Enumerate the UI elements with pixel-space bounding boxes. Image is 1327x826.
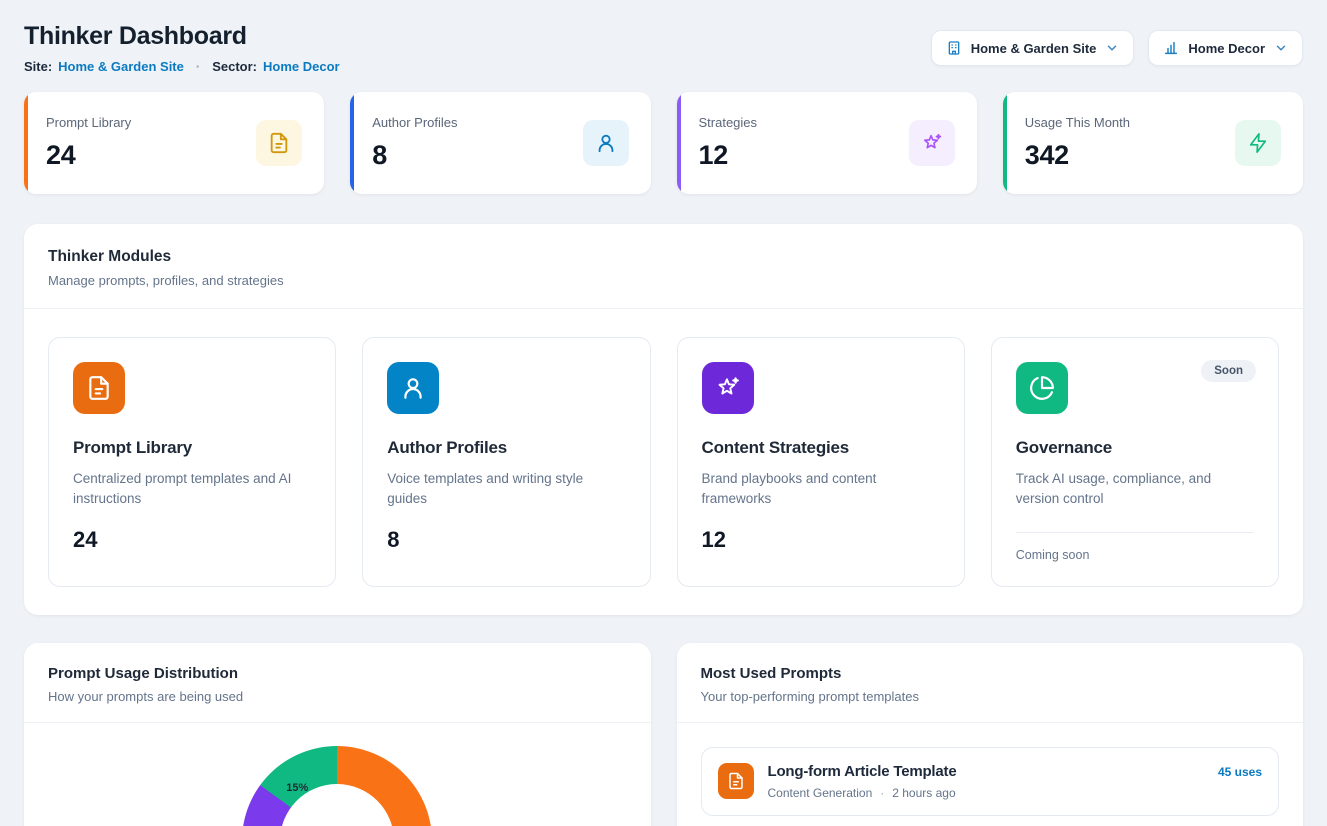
donut-segment-label: 15% [286,782,308,794]
sector-link[interactable]: Home Decor [263,59,340,74]
file-text-icon [718,763,754,799]
module-card-governance[interactable]: Soon Governance Track AI usage, complian… [991,337,1279,587]
most-used-header: Most Used Prompts Your top-performing pr… [677,643,1304,722]
header-left: Thinker Dashboard Site: Home & Garden Si… [24,22,340,74]
stat-card-author-profiles: Author Profiles 8 [350,92,650,194]
stats-row: Prompt Library 24 Author Profiles 8 Stra… [24,92,1303,194]
module-title: Content Strategies [702,438,940,458]
accent-bar [24,92,28,194]
stat-value: 24 [46,140,131,171]
module-title: Author Profiles [387,438,625,458]
meta-separator: · [880,786,884,800]
most-used-prompts-card: Most Used Prompts Your top-performing pr… [677,643,1304,826]
stat-text: Author Profiles 8 [372,115,457,171]
bottom-row: Prompt Usage Distribution How your promp… [24,643,1303,826]
sparkle-star-icon [909,120,955,166]
user-icon [583,120,629,166]
modules-section: Thinker Modules Manage prompts, profiles… [24,224,1303,615]
chart-area: 15% [24,723,651,826]
module-title: Governance [1016,438,1254,458]
bar-chart-icon [1163,40,1179,56]
stat-label: Strategies [699,115,758,130]
prompt-item-meta: Content Generation · 2 hours ago [768,786,957,800]
prompt-item-category: Content Generation [768,786,873,800]
prompt-item-title: Long-form Article Template [768,763,957,780]
stat-text: Strategies 12 [699,115,758,171]
site-label: Site: [24,59,52,74]
stat-card-strategies: Strategies 12 [677,92,977,194]
breadcrumb: Site: Home & Garden Site · Sector: Home … [24,59,340,74]
stat-label: Prompt Library [46,115,131,130]
file-text-icon [73,362,125,414]
sparkle-star-icon [702,362,754,414]
module-description: Voice templates and writing style guides [387,469,617,510]
module-card-prompt-library[interactable]: Prompt Library Centralized prompt templa… [48,337,336,587]
module-count: 8 [387,527,625,553]
chevron-down-icon [1105,41,1119,55]
modules-header: Thinker Modules Manage prompts, profiles… [24,224,1303,308]
list-item-long-form-article[interactable]: Long-form Article Template Content Gener… [701,747,1280,816]
header-controls: Home & Garden Site Home Decor [931,30,1303,66]
site-selector-label: Home & Garden Site [971,41,1097,56]
building-icon [946,40,962,56]
most-used-title: Most Used Prompts [701,665,1280,682]
module-card-author-profiles[interactable]: Author Profiles Voice templates and writ… [362,337,650,587]
usage-distribution-card: Prompt Usage Distribution How your promp… [24,643,651,826]
sector-label: Sector: [212,59,257,74]
stat-label: Usage This Month [1025,115,1130,130]
modules-title: Thinker Modules [48,248,1279,266]
sector-selector-label: Home Decor [1188,41,1265,56]
soon-badge: Soon [1201,360,1256,382]
user-icon [387,362,439,414]
stat-card-prompt-library: Prompt Library 24 [24,92,324,194]
stat-value: 8 [372,140,457,171]
module-description: Track AI usage, compliance, and version … [1016,469,1246,510]
usage-chart-title: Prompt Usage Distribution [48,665,627,682]
usage-chart-subtitle: How your prompts are being used [48,689,627,704]
site-selector-dropdown[interactable]: Home & Garden Site [931,30,1135,66]
zap-icon [1235,120,1281,166]
prompt-item-text: Long-form Article Template Content Gener… [768,763,957,800]
stat-value: 12 [699,140,758,171]
stat-text: Usage This Month 342 [1025,115,1130,171]
page-header: Thinker Dashboard Site: Home & Garden Si… [24,22,1303,74]
accent-bar [350,92,354,194]
donut-chart: 15% [242,746,432,826]
module-footer: Coming soon [1016,548,1254,562]
accent-bar [1003,92,1007,194]
stat-text: Prompt Library 24 [46,115,131,171]
prompt-list: Long-form Article Template Content Gener… [677,723,1304,826]
module-description: Brand playbooks and content frameworks [702,469,932,510]
most-used-subtitle: Your top-performing prompt templates [701,689,1280,704]
accent-bar [677,92,681,194]
dashboard-page: Thinker Dashboard Site: Home & Garden Si… [0,0,1327,826]
divider [1016,532,1254,533]
stat-label: Author Profiles [372,115,457,130]
prompt-item-uses-badge: 45 uses [1218,765,1262,779]
modules-subtitle: Manage prompts, profiles, and strategies [48,273,1279,288]
modules-grid: Prompt Library Centralized prompt templa… [24,309,1303,615]
module-description: Centralized prompt templates and AI inst… [73,469,303,510]
module-title: Prompt Library [73,438,311,458]
usage-chart-header: Prompt Usage Distribution How your promp… [24,643,651,722]
module-card-content-strategies[interactable]: Content Strategies Brand playbooks and c… [677,337,965,587]
site-link[interactable]: Home & Garden Site [58,59,184,74]
stat-card-usage: Usage This Month 342 [1003,92,1303,194]
chevron-down-icon [1274,41,1288,55]
file-text-icon [256,120,302,166]
prompt-item-time: 2 hours ago [892,786,955,800]
module-count: 12 [702,527,940,553]
sector-selector-dropdown[interactable]: Home Decor [1148,30,1303,66]
page-title: Thinker Dashboard [24,22,340,51]
module-count: 24 [73,527,311,553]
meta-separator: · [196,59,200,74]
stat-value: 342 [1025,140,1130,171]
pie-chart-icon [1016,362,1068,414]
